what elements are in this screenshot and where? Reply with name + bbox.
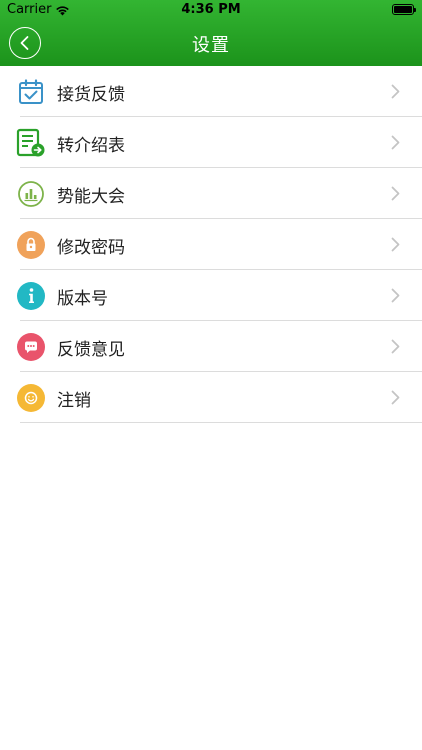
page-title: 设置 — [192, 35, 230, 56]
chevron-right-icon — [391, 237, 400, 252]
bar-chart-icon — [16, 179, 46, 209]
menu-item-change-password[interactable]: 修改密码 — [0, 219, 422, 270]
chevron-right-icon — [391, 339, 400, 354]
info-icon — [16, 281, 46, 311]
battery-level — [394, 6, 412, 13]
menu-item-feedback[interactable]: 反馈意见 — [0, 321, 422, 372]
chevron-right-icon — [391, 390, 400, 405]
header: Carrier 4:36 PM 设置 — [0, 0, 422, 66]
calendar-check-icon — [16, 77, 46, 107]
menu-item-label: 反馈意见 — [57, 340, 125, 360]
lock-icon — [16, 230, 46, 260]
status-time: 4:36 PM — [181, 2, 241, 17]
menu-item-label: 版本号 — [57, 289, 108, 309]
chat-bubble-icon — [16, 332, 46, 362]
menu-item-momentum-conference[interactable]: 势能大会 — [0, 168, 422, 219]
menu-item-label: 修改密码 — [57, 238, 125, 258]
settings-menu: 接货反馈 转介绍表 势能大会 修改密码 版本号 反馈意见 注销 — [0, 66, 422, 423]
menu-item-label: 势能大会 — [57, 187, 125, 207]
chevron-right-icon — [391, 186, 400, 201]
menu-item-label: 接货反馈 — [57, 85, 125, 105]
navigation-bar: 设置 — [0, 20, 422, 66]
menu-item-referral-form[interactable]: 转介绍表 — [0, 117, 422, 168]
battery-icon — [392, 4, 416, 15]
settings-screen: Carrier 4:36 PM 设置 接货反馈 转介绍表 势能大会 修改密码 版… — [0, 0, 422, 750]
smiley-icon — [16, 383, 46, 413]
chevron-right-icon — [391, 135, 400, 150]
menu-item-version[interactable]: 版本号 — [0, 270, 422, 321]
menu-item-delivery-feedback[interactable]: 接货反馈 — [0, 66, 422, 117]
menu-item-label: 注销 — [57, 391, 91, 411]
chevron-right-icon — [391, 84, 400, 99]
menu-item-label: 转介绍表 — [57, 136, 125, 156]
status-bar: Carrier 4:36 PM — [0, 0, 422, 20]
menu-item-logout[interactable]: 注销 — [0, 372, 422, 423]
chevron-right-icon — [391, 288, 400, 303]
form-arrow-icon — [16, 128, 46, 158]
